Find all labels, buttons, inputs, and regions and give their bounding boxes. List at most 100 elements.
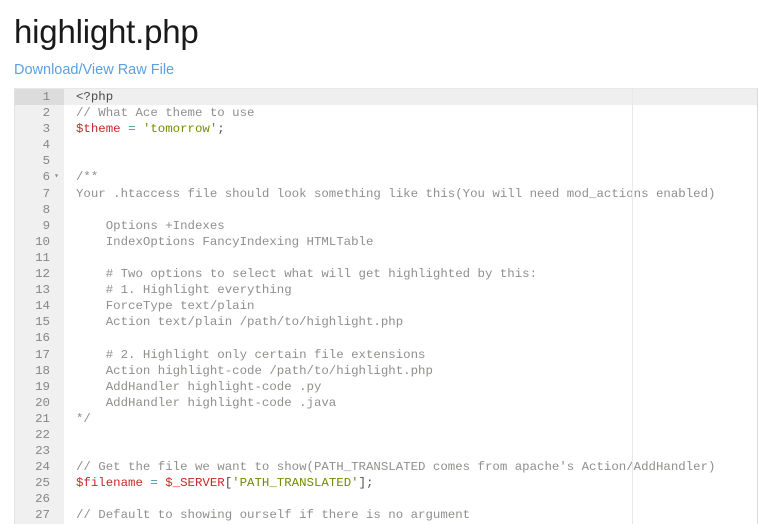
code-token-variable: $filename — [76, 476, 143, 491]
gutter-line-number[interactable]: 27 — [15, 507, 64, 523]
code-token-string: 'PATH_TRANSLATED' — [232, 476, 359, 491]
code-token-comment: /** — [76, 170, 99, 185]
line-number-label: 10 — [35, 234, 50, 249]
line-number-label: 22 — [35, 427, 50, 442]
code-line[interactable]: ForceType text/plain — [64, 298, 757, 314]
gutter-line-number[interactable]: 3 — [15, 121, 64, 137]
gutter-line-number[interactable]: 1 — [15, 89, 64, 106]
code-line[interactable]: Action text/plain /path/to/highlight.php — [64, 314, 757, 330]
line-number-gutter[interactable]: 1 2 3 4 5 6 ▾ 7 8 9 10 11 12 13 14 15 16 17 18 19 20 21 22 23 24… — [15, 89, 64, 524]
code-content-layer[interactable]: <?php // What Ace theme to use $theme = 't… — [64, 89, 757, 524]
code-line[interactable]: $theme = 'tomorrow'; — [64, 121, 757, 137]
line-number-label: 7 — [42, 186, 50, 201]
line-number-label: 14 — [35, 299, 50, 314]
code-token-plain: <?php — [76, 90, 114, 104]
code-line[interactable]: # 2. Highlight only certain file extensi… — [64, 347, 757, 363]
raw-link-row: Download/View Raw File — [0, 52, 784, 79]
code-line[interactable]: */ — [64, 411, 757, 427]
code-line[interactable]: AddHandler highlight-code .java — [64, 395, 757, 411]
code-line[interactable]: Your .htaccess file should look somethin… — [64, 186, 757, 202]
gutter-line-number[interactable]: 10 — [15, 234, 64, 250]
gutter-line-number[interactable]: 22 — [15, 427, 64, 443]
code-line[interactable] — [64, 153, 757, 169]
code-line[interactable]: /** — [64, 169, 757, 185]
code-line[interactable]: // Get the file we want to show(PATH_TRA… — [64, 459, 757, 475]
line-number-label: 11 — [35, 250, 50, 265]
code-token-comment: Action highlight-code /path/to/highlight… — [76, 363, 433, 378]
line-number-label: 15 — [35, 315, 50, 330]
gutter-line-number[interactable]: 19 — [15, 379, 64, 395]
code-line[interactable]: <?php — [64, 89, 757, 105]
code-token-comment: ForceType text/plain — [76, 299, 255, 314]
code-token-comment: Your .htaccess file should look somethin… — [76, 186, 716, 201]
gutter-line-number[interactable]: 24 — [15, 459, 64, 475]
code-token-operator: = — [128, 122, 136, 137]
code-line[interactable] — [64, 491, 757, 507]
gutter-line-number[interactable]: 23 — [15, 443, 64, 459]
gutter-line-number[interactable]: 4 — [15, 137, 64, 153]
code-line[interactable]: # Two options to select what will get hi… — [64, 266, 757, 282]
code-line[interactable] — [64, 427, 757, 443]
code-token-comment: */ — [76, 411, 91, 426]
print-margin-guide — [632, 89, 633, 524]
gutter-line-number[interactable]: 7 — [15, 186, 64, 202]
code-token-plain: ; — [217, 122, 225, 137]
line-number-label: 24 — [35, 460, 50, 475]
line-number-label: 16 — [35, 331, 50, 346]
gutter-line-number[interactable]: 9 — [15, 218, 64, 234]
gutter-line-number[interactable]: 5 — [15, 153, 64, 169]
code-editor[interactable]: <?php // What Ace theme to use $theme = 't… — [14, 88, 758, 524]
code-line[interactable]: AddHandler highlight-code .py — [64, 379, 757, 395]
page-title: highlight.php — [14, 13, 199, 50]
code-token-string: 'tomorrow' — [142, 122, 218, 137]
code-token-comment: # 2. Highlight only certain file extensi… — [76, 347, 426, 362]
line-number-label: 9 — [42, 218, 50, 233]
line-number-label: 18 — [35, 363, 50, 378]
gutter-line-number[interactable]: 18 — [15, 363, 64, 379]
code-line[interactable]: // What Ace theme to use — [64, 105, 757, 121]
gutter-line-number[interactable]: 14 — [15, 298, 64, 314]
fold-toggle-icon[interactable]: ▾ — [51, 169, 62, 185]
gutter-line-number[interactable]: 17 — [15, 347, 64, 363]
line-number-label: 17 — [35, 347, 50, 362]
gutter-line-number[interactable]: 15 — [15, 314, 64, 330]
gutter-line-number[interactable]: 6 ▾ — [15, 169, 64, 185]
code-line[interactable] — [64, 330, 757, 346]
code-line[interactable]: # 1. Highlight everything — [64, 282, 757, 298]
code-token-comment: Action text/plain /path/to/highlight.php — [76, 315, 404, 330]
line-number-label: 1 — [42, 90, 50, 104]
gutter-line-number[interactable]: 13 — [15, 282, 64, 298]
line-number-label: 13 — [35, 283, 50, 298]
code-token-comment: // What Ace theme to use — [76, 106, 255, 121]
line-number-label: 6 — [42, 170, 50, 185]
gutter-line-number[interactable]: 12 — [15, 266, 64, 282]
code-line[interactable]: $filename = $_SERVER['PATH_TRANSLATED']; — [64, 475, 757, 491]
line-number-label: 4 — [42, 138, 50, 153]
code-line[interactable] — [64, 202, 757, 218]
line-number-label: 19 — [35, 379, 50, 394]
code-line[interactable]: Options +Indexes — [64, 218, 757, 234]
gutter-line-number[interactable]: 11 — [15, 250, 64, 266]
code-token-comment: // Default to showing ourself if there i… — [76, 508, 471, 523]
code-line[interactable] — [64, 137, 757, 153]
line-number-label: 20 — [35, 395, 50, 410]
code-line[interactable]: // Default to showing ourself if there i… — [64, 507, 757, 523]
gutter-line-number[interactable]: 26 — [15, 491, 64, 507]
gutter-line-number[interactable]: 16 — [15, 330, 64, 346]
gutter-line-number[interactable]: 25 — [15, 475, 64, 491]
code-line[interactable] — [64, 443, 757, 459]
code-token-variable: $theme — [76, 122, 121, 137]
code-token-comment: AddHandler highlight-code .java — [76, 395, 337, 410]
gutter-line-number[interactable]: 2 — [15, 105, 64, 121]
download-view-raw-file-link[interactable]: Download/View Raw File — [14, 62, 174, 78]
code-line[interactable] — [64, 250, 757, 266]
gutter-line-number[interactable]: 20 — [15, 395, 64, 411]
code-line[interactable]: Action highlight-code /path/to/highlight… — [64, 363, 757, 379]
code-line[interactable]: IndexOptions FancyIndexing HTMLTable — [64, 234, 757, 250]
gutter-line-number[interactable]: 21 — [15, 411, 64, 427]
line-number-label: 12 — [35, 267, 50, 282]
gutter-line-number[interactable]: 8 — [15, 202, 64, 218]
page-root: highlight.php Download/View Raw File <?p… — [0, 0, 784, 524]
